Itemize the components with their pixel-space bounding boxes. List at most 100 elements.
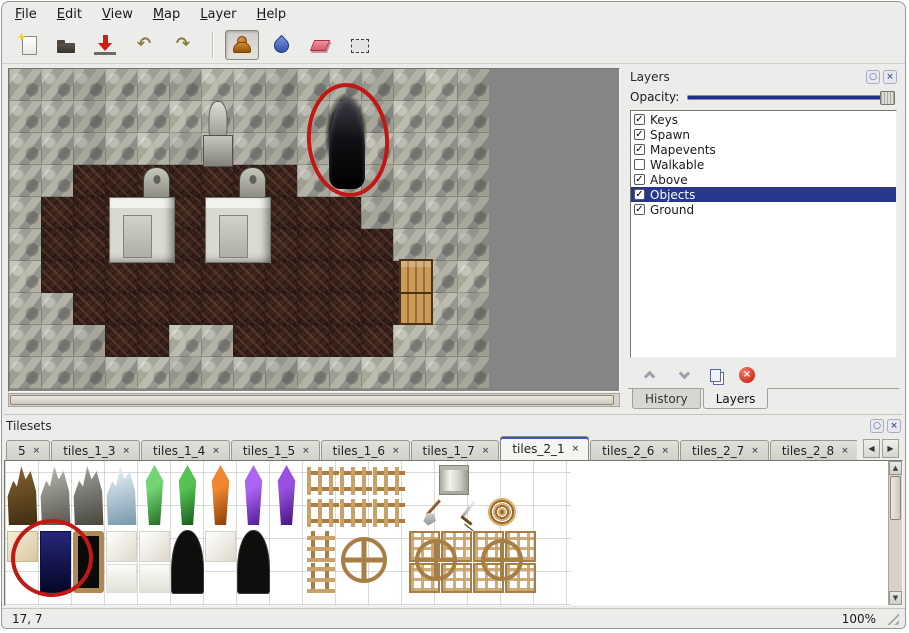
map-tile-wall[interactable] bbox=[393, 229, 425, 261]
map-tile-floor[interactable] bbox=[361, 325, 393, 357]
map-tile-wall[interactable] bbox=[73, 69, 105, 101]
menu-edit[interactable]: Edit bbox=[48, 4, 91, 25]
tile-crystal-purple-2[interactable] bbox=[271, 465, 302, 525]
map-tile-wall[interactable] bbox=[41, 293, 73, 325]
tile-track-h-5[interactable] bbox=[340, 499, 372, 527]
map-tile-wall[interactable] bbox=[9, 133, 41, 165]
map-tile-floor[interactable] bbox=[169, 293, 201, 325]
map-tile-floor[interactable] bbox=[201, 165, 233, 197]
tab-close-button[interactable]: × bbox=[841, 446, 849, 456]
map-tile-wall[interactable] bbox=[393, 165, 425, 197]
layer-checkbox[interactable]: ✓ bbox=[634, 114, 645, 125]
tile-wheel-3[interactable] bbox=[481, 539, 523, 581]
palette-vertical-scrollbar[interactable]: ▲ ▼ bbox=[888, 461, 902, 605]
map-tile-wall[interactable] bbox=[425, 165, 457, 197]
map-tile-wall[interactable] bbox=[425, 69, 457, 101]
map-tile-wall[interactable] bbox=[137, 101, 169, 133]
menu-file[interactable]: File bbox=[6, 4, 46, 25]
layer-checkbox[interactable]: ✓ bbox=[634, 129, 645, 140]
map-tile-floor[interactable] bbox=[265, 325, 297, 357]
tile-tile-white-2[interactable] bbox=[139, 531, 170, 562]
map-tile-floor[interactable] bbox=[73, 261, 105, 293]
tab-close-button[interactable]: × bbox=[482, 446, 490, 456]
layers-close-button[interactable]: × bbox=[883, 70, 897, 84]
tileset-tab-tiles-1-3[interactable]: tiles_1_3× bbox=[51, 440, 140, 460]
map-tile-wall[interactable] bbox=[9, 325, 41, 357]
resize-grip[interactable] bbox=[886, 612, 899, 625]
map-tile-wall[interactable] bbox=[393, 357, 425, 389]
map-tile-floor[interactable] bbox=[329, 197, 361, 229]
menu-help[interactable]: Help bbox=[248, 4, 296, 25]
tileset-tab-tiles-1-4[interactable]: tiles_1_4× bbox=[141, 440, 230, 460]
tile-track-h-3[interactable] bbox=[373, 467, 405, 495]
map-tile-wall[interactable] bbox=[297, 357, 329, 389]
map-tile-floor[interactable] bbox=[41, 261, 73, 293]
map-tile-floor[interactable] bbox=[233, 325, 265, 357]
map-tile-wall[interactable] bbox=[9, 165, 41, 197]
tab-close-button[interactable]: × bbox=[122, 446, 130, 456]
layer-checkbox[interactable] bbox=[634, 159, 645, 170]
tile-crystal-green-2[interactable] bbox=[172, 465, 203, 525]
statue[interactable] bbox=[203, 101, 233, 167]
layer-move-down-button[interactable] bbox=[672, 365, 694, 385]
map-tile-wall[interactable] bbox=[105, 133, 137, 165]
tab-close-button[interactable]: × bbox=[572, 444, 580, 454]
map-tile-floor[interactable] bbox=[297, 197, 329, 229]
menu-map[interactable]: Map bbox=[144, 4, 189, 25]
map-tile-floor[interactable] bbox=[137, 293, 169, 325]
map-tile-wall[interactable] bbox=[457, 229, 489, 261]
map-tile-wall[interactable] bbox=[73, 101, 105, 133]
map-tile-wall[interactable] bbox=[73, 133, 105, 165]
map-tile-floor[interactable] bbox=[329, 261, 361, 293]
map-tile-floor[interactable] bbox=[265, 261, 297, 293]
tilesets-close-button[interactable]: × bbox=[887, 419, 901, 433]
menu-layer[interactable]: Layer bbox=[191, 4, 245, 25]
tile-wheel-1[interactable] bbox=[341, 537, 387, 583]
map-tile-wall[interactable] bbox=[233, 69, 265, 101]
map-tile-wall[interactable] bbox=[201, 69, 233, 101]
map-tile-wall[interactable] bbox=[457, 101, 489, 133]
map-tile-wall[interactable] bbox=[169, 69, 201, 101]
map-tile-wall[interactable] bbox=[457, 133, 489, 165]
map-tile-wall[interactable] bbox=[169, 133, 201, 165]
map-tile-wall[interactable] bbox=[329, 357, 361, 389]
tabs-scroll-left-button[interactable]: ◀ bbox=[863, 439, 880, 458]
layer-checkbox[interactable]: ✓ bbox=[634, 204, 645, 215]
map-tile-wall[interactable] bbox=[137, 69, 169, 101]
layer-row-objects[interactable]: ✓Objects bbox=[631, 187, 896, 202]
map-tile-wall[interactable] bbox=[73, 325, 105, 357]
map-tile-wall[interactable] bbox=[9, 357, 41, 389]
tab-close-button[interactable]: × bbox=[392, 446, 400, 456]
map-tile-wall[interactable] bbox=[425, 325, 457, 357]
tomb-right[interactable] bbox=[205, 197, 271, 263]
map-tile-wall[interactable] bbox=[457, 261, 489, 293]
tile-tile-snow-1[interactable] bbox=[106, 564, 137, 593]
map-tile-wall[interactable] bbox=[41, 101, 73, 133]
map-tile-wall[interactable] bbox=[201, 325, 233, 357]
map-tile-floor[interactable] bbox=[329, 325, 361, 357]
map-tile-floor[interactable] bbox=[105, 261, 137, 293]
palette-scrollbar-thumb[interactable] bbox=[890, 476, 901, 520]
layer-checkbox[interactable]: ✓ bbox=[634, 189, 645, 200]
crate[interactable] bbox=[399, 259, 433, 325]
map-tile-wall[interactable] bbox=[425, 133, 457, 165]
tileset-tab-tiles-2-1[interactable]: tiles_2_1× bbox=[500, 436, 589, 460]
tomb-left[interactable] bbox=[109, 197, 175, 263]
map-tile-wall[interactable] bbox=[41, 69, 73, 101]
tile-tile-white-1[interactable] bbox=[106, 531, 137, 562]
map-tile-wall[interactable] bbox=[457, 197, 489, 229]
gravestone-right[interactable] bbox=[239, 167, 266, 198]
tileset-tab-tiles-1-7[interactable]: tiles_1_7× bbox=[411, 440, 500, 460]
scroll-down-button[interactable]: ▼ bbox=[889, 591, 902, 605]
tab-layers[interactable]: Layers bbox=[703, 388, 769, 409]
layer-row-spawn[interactable]: ✓Spawn bbox=[631, 127, 896, 142]
map-tile-floor[interactable] bbox=[233, 293, 265, 325]
map-tile-floor[interactable] bbox=[105, 165, 137, 197]
map-tile-wall[interactable] bbox=[393, 133, 425, 165]
map-tile-floor[interactable] bbox=[105, 293, 137, 325]
slider-track[interactable] bbox=[687, 95, 895, 100]
tile-sword[interactable] bbox=[453, 497, 483, 527]
map-tile-wall[interactable] bbox=[169, 325, 201, 357]
layer-row-ground[interactable]: ✓Ground bbox=[631, 202, 896, 217]
map-tile-wall[interactable] bbox=[393, 325, 425, 357]
